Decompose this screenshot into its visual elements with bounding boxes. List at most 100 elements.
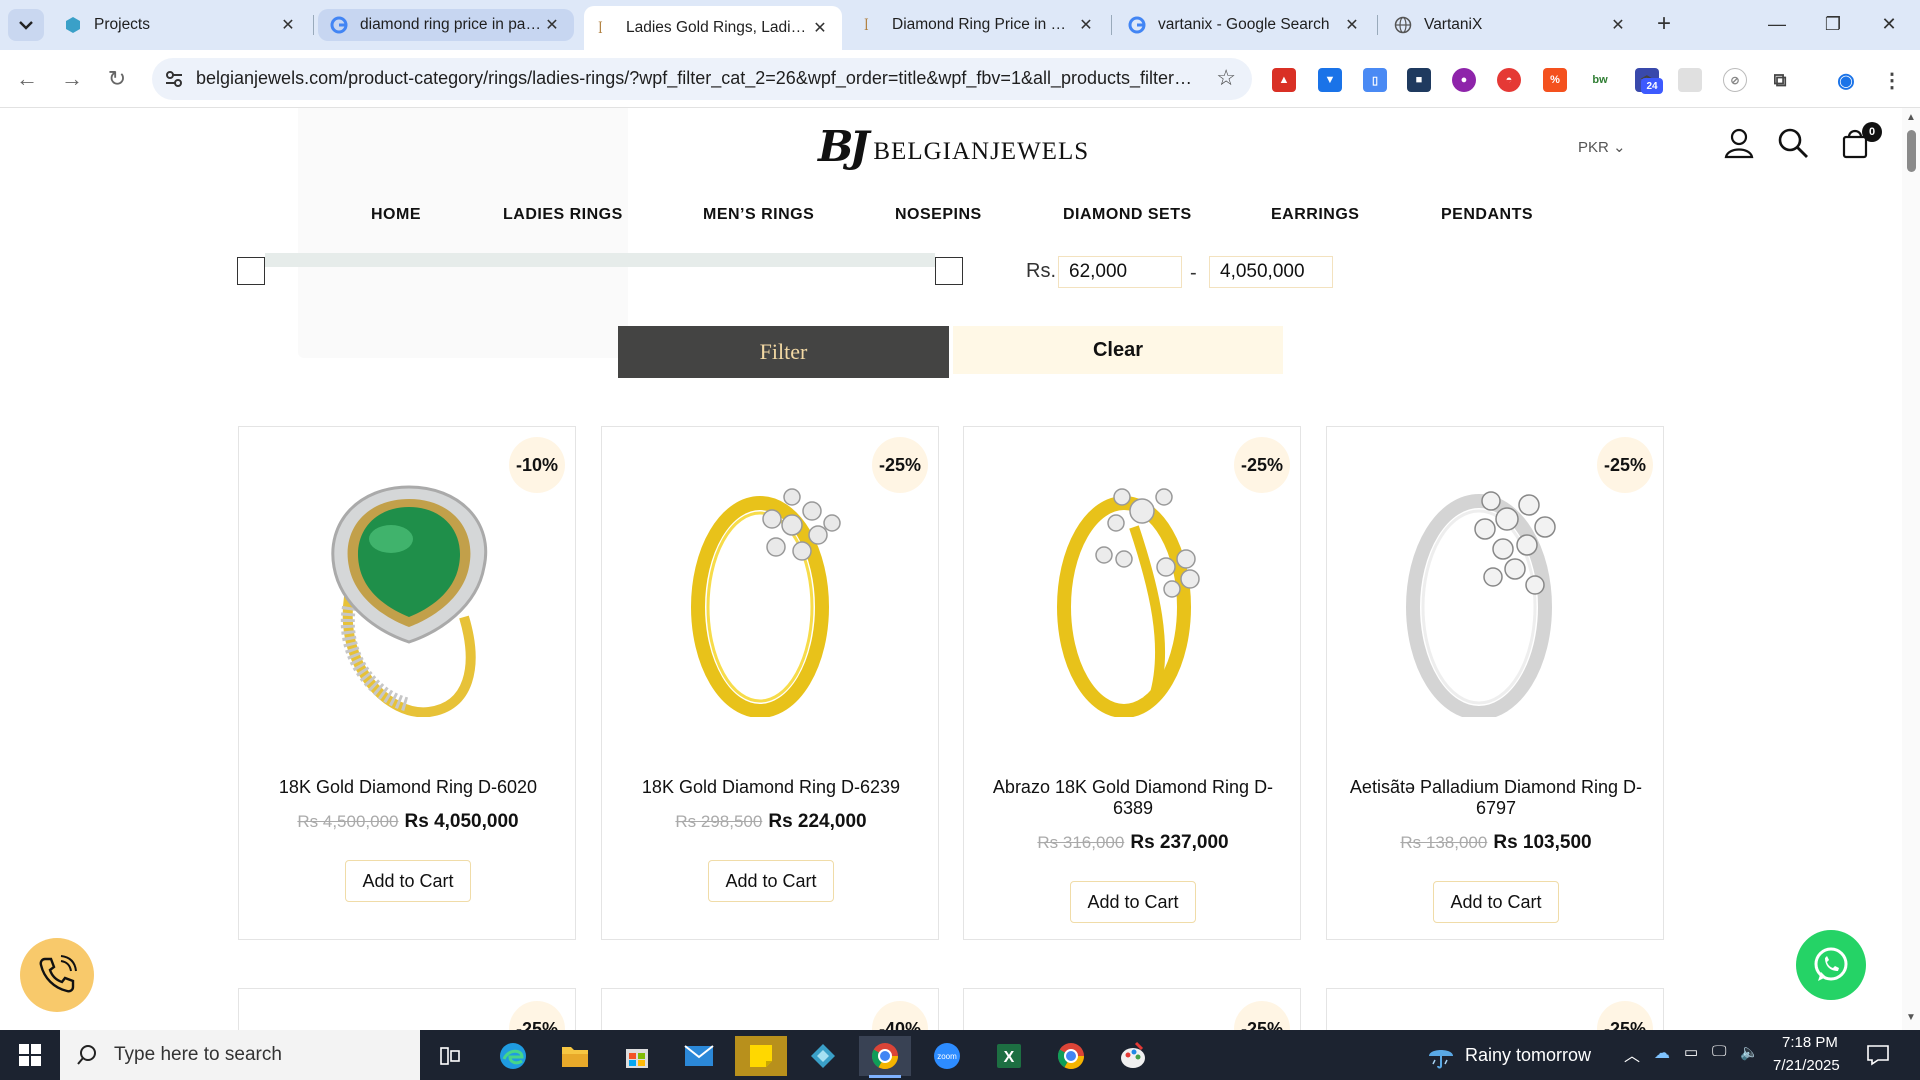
document-extension-icon[interactable]: ▯ <box>1363 68 1387 92</box>
coupon-extension-icon[interactable]: % <box>1543 68 1567 92</box>
excel-app[interactable]: X <box>983 1036 1035 1076</box>
new-tab-button[interactable]: + <box>1650 10 1678 38</box>
start-button[interactable] <box>0 1030 60 1080</box>
browser-menu-icon[interactable]: ⋮ <box>1880 68 1904 92</box>
clear-button[interactable]: Clear <box>953 326 1283 374</box>
site-info-icon[interactable] <box>162 67 186 91</box>
chrome-app[interactable] <box>859 1036 911 1078</box>
paint-app[interactable] <box>1107 1036 1159 1076</box>
scrollbar-thumb[interactable] <box>1907 130 1916 172</box>
price-slider-track[interactable] <box>265 253 935 267</box>
site-logo[interactable]: BJ BELGIANJEWELS <box>818 122 1089 171</box>
product-name[interactable]: 18K Gold Diamond Ring D-6020 <box>259 777 557 798</box>
product-name[interactable]: Aetisãtə Palladium Diamond Ring D-6797 <box>1347 777 1645 819</box>
mail-app[interactable] <box>673 1036 725 1076</box>
search-icon[interactable] <box>1776 126 1810 160</box>
camera-extension-icon[interactable]: ● <box>1452 68 1476 92</box>
add-to-cart-button[interactable]: Add to Cart <box>1433 881 1559 923</box>
back-button[interactable]: ← <box>12 64 42 94</box>
compass-extension-icon[interactable]: ⊘ <box>1723 68 1747 92</box>
product-name[interactable]: Abrazo 18K Gold Diamond Ring D-6389 <box>984 777 1282 819</box>
clock-date[interactable]: 7/21/2025 <box>1773 1057 1840 1074</box>
product-image[interactable] <box>642 467 900 717</box>
scroll-down-arrow[interactable]: ▼ <box>1905 1012 1917 1023</box>
product-card[interactable]: -25% Abrazo 18K Gold Diamond Ring D-6389… <box>963 426 1301 940</box>
product-card[interactable]: -25% <box>1326 988 1664 1030</box>
product-image[interactable] <box>1004 467 1262 717</box>
zoom-app[interactable]: zoom <box>921 1036 973 1076</box>
price-slider-min-handle[interactable] <box>237 257 265 285</box>
volume-icon[interactable]: 🔈 <box>1740 1043 1759 1061</box>
folder-extension-icon[interactable]: ■ <box>1407 68 1431 92</box>
weather-text[interactable]: Rainy tomorrow <box>1465 1045 1591 1066</box>
pdf-extension-icon[interactable]: ▲ <box>1272 68 1296 92</box>
nav-mens-rings[interactable]: MEN’S RINGS <box>703 206 814 224</box>
close-icon[interactable]: ✕ <box>810 18 830 38</box>
nav-ladies-rings[interactable]: LADIES RINGS <box>503 206 623 224</box>
tab-google-search-diamond[interactable]: diamond ring price in pakistan - Google … <box>318 9 574 41</box>
add-to-cart-button[interactable]: Add to Cart <box>708 860 834 902</box>
currency-selector[interactable]: PKR ⌄ <box>1578 138 1626 156</box>
product-card[interactable]: -25% <box>963 988 1301 1030</box>
tab-ladies-rings[interactable]: ꟾ Ladies Gold Rings, Ladies Diamond Ring… <box>584 6 842 50</box>
minimize-button[interactable]: — <box>1754 6 1800 42</box>
close-window-button[interactable]: ✕ <box>1866 6 1912 42</box>
product-image[interactable] <box>1367 467 1625 717</box>
nav-diamond-sets[interactable]: DIAMOND SETS <box>1063 206 1192 224</box>
tab-vartanix-search[interactable]: vartanix - Google Search ✕ <box>1116 6 1374 44</box>
reload-button[interactable]: ↻ <box>102 64 132 94</box>
network-icon[interactable]: 🖵 <box>1712 1043 1726 1060</box>
pokeball-extension-icon[interactable]: ◓ <box>1497 68 1521 92</box>
restore-button[interactable]: ❐ <box>1810 6 1856 42</box>
taskbar-search-box[interactable]: Type here to search <box>60 1030 420 1080</box>
whatsapp-button[interactable] <box>1796 930 1866 1000</box>
shield-extension-icon[interactable]: ▼ <box>1318 68 1342 92</box>
profile-icon[interactable]: ◉ <box>1834 68 1858 92</box>
edge-app[interactable] <box>487 1036 539 1076</box>
product-card[interactable]: -10% 18K Gold Diamond Ring D-6020 Rs 4,5… <box>238 426 576 940</box>
add-to-cart-button[interactable]: Add to Cart <box>345 860 471 902</box>
product-card[interactable]: -25% <box>238 988 576 1030</box>
tab-diamond-ring-price[interactable]: ꟾ Diamond Ring Price in Pakistan ✕ <box>850 6 1108 44</box>
tab-projects[interactable]: Projects ✕ <box>52 6 310 44</box>
puzzle-extensions-icon[interactable]: ⧉ <box>1768 68 1792 92</box>
scroll-up-arrow[interactable]: ▲ <box>1905 112 1917 123</box>
page-scrollbar[interactable]: ▲ ▼ <box>1902 108 1920 1030</box>
bookmark-star-icon[interactable]: ☆ <box>1216 65 1236 91</box>
file-explorer-app[interactable] <box>549 1036 601 1076</box>
store-app[interactable] <box>611 1036 663 1076</box>
filter-button[interactable]: Filter <box>618 326 949 378</box>
battery-icon[interactable]: ▭ <box>1684 1043 1698 1061</box>
product-card[interactable]: -40% <box>601 988 939 1030</box>
clock-time[interactable]: 7:18 PM <box>1782 1034 1838 1051</box>
task-view-button[interactable] <box>424 1036 476 1076</box>
product-card[interactable]: -25% 18K Gold Diamond Ring D-6239 Rs 298… <box>601 426 939 940</box>
call-button[interactable] <box>20 938 94 1012</box>
chrome-profile-app[interactable] <box>1045 1036 1097 1076</box>
address-bar[interactable]: belgianjewels.com/product-category/rings… <box>152 58 1252 100</box>
notifications-icon[interactable] <box>1866 1044 1890 1066</box>
product-card[interactable]: -25% Aetisãtə Palladium Diamond Ring D-6… <box>1326 426 1664 940</box>
close-icon[interactable]: ✕ <box>542 15 562 35</box>
show-hidden-icons-chevron[interactable]: ︿ <box>1624 1042 1640 1066</box>
bw-extension-icon[interactable]: bw <box>1588 68 1612 92</box>
close-icon[interactable]: ✕ <box>1608 15 1628 35</box>
close-icon[interactable]: ✕ <box>278 15 298 35</box>
nav-nosepins[interactable]: NOSEPINS <box>895 206 982 224</box>
tab-search-button[interactable] <box>8 9 44 41</box>
min-price-input[interactable]: 62,000 <box>1058 256 1182 288</box>
close-icon[interactable]: ✕ <box>1076 15 1096 35</box>
account-icon[interactable] <box>1722 126 1756 160</box>
forward-button[interactable]: → <box>57 64 87 94</box>
price-slider-max-handle[interactable] <box>935 257 963 285</box>
add-to-cart-button[interactable]: Add to Cart <box>1070 881 1196 923</box>
nav-pendants[interactable]: PENDANTS <box>1441 206 1533 224</box>
product-image[interactable] <box>279 467 537 717</box>
grid-extension-icon[interactable] <box>1678 68 1702 92</box>
nav-earrings[interactable]: EARRINGS <box>1271 206 1359 224</box>
product-name[interactable]: 18K Gold Diamond Ring D-6239 <box>622 777 920 798</box>
max-price-input[interactable]: 4,050,000 <box>1209 256 1333 288</box>
vpn-app[interactable] <box>797 1036 849 1076</box>
close-icon[interactable]: ✕ <box>1342 15 1362 35</box>
onedrive-icon[interactable]: ☁ <box>1654 1043 1670 1063</box>
